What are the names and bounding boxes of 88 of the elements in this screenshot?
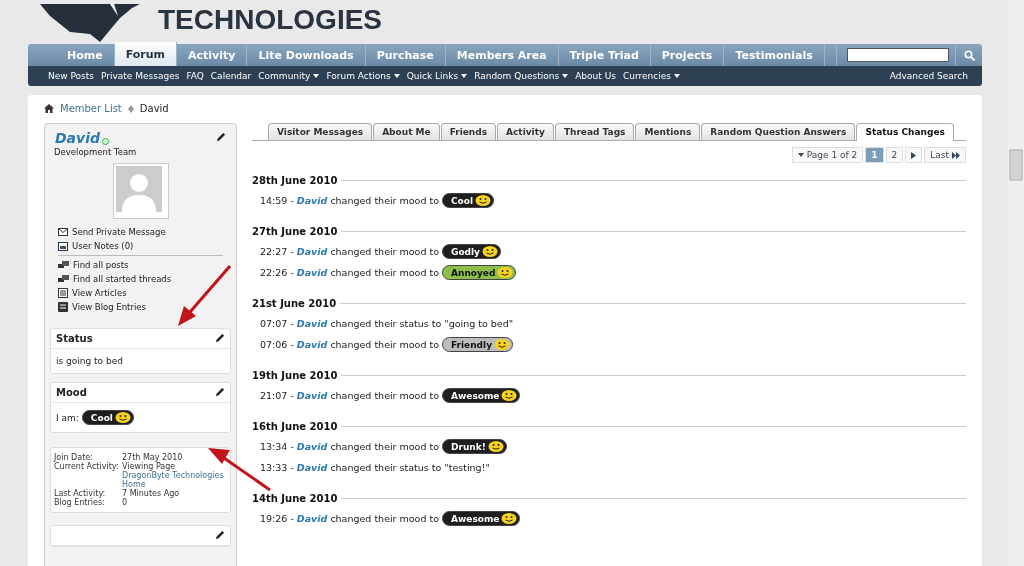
profile-tab[interactable]: Thread Tags — [554, 123, 635, 140]
entry-time: 22:27 - — [260, 246, 294, 257]
mood-badge: Awesome — [442, 388, 521, 403]
date-heading: 16th June 2010 — [252, 421, 338, 432]
mood-badge: Cool — [442, 193, 495, 208]
mood-badge: Awesome — [442, 511, 521, 526]
user-link[interactable]: David — [296, 513, 328, 524]
mood-badge: Drunk! — [442, 439, 507, 454]
box-title: Status — [56, 333, 93, 344]
profile-link[interactable]: Find all started threads — [50, 272, 231, 286]
info-label: Join Date: — [54, 453, 93, 462]
page-indicator[interactable]: Page 1 of 2 — [791, 147, 864, 163]
profile-tab[interactable]: Friends — [440, 123, 497, 140]
entry-text: changed their mood to — [330, 246, 439, 257]
profile-tab[interactable]: Visitor Messages — [268, 123, 373, 140]
profile-link[interactable]: User Notes (0) — [50, 239, 231, 253]
info-value: Viewing Page DragonByte Technologies Home — [122, 462, 227, 489]
info-value: 0 — [122, 498, 129, 507]
entry-text: changed their mood to — [330, 390, 439, 401]
breadcrumb-link[interactable]: David — [139, 103, 169, 114]
date-heading: 28th June 2010 — [252, 175, 338, 186]
info-label: Current Activity: — [54, 462, 120, 473]
entry-time: 22:26 - — [260, 267, 294, 278]
logo-text: TECHNOLOGIES — [158, 4, 382, 37]
sub-nav-link[interactable]: FAQ — [186, 71, 204, 81]
entry-text: changed their mood to — [330, 441, 439, 452]
user-link[interactable]: David — [296, 195, 328, 206]
sub-nav-link[interactable]: Quick Links — [406, 71, 468, 81]
user-link[interactable]: David — [296, 390, 328, 401]
user-link[interactable]: David — [296, 441, 328, 452]
date-heading: 21st June 2010 — [252, 298, 337, 309]
user-link[interactable]: David — [296, 339, 328, 350]
profile-link[interactable]: Find all posts — [50, 258, 231, 272]
profile-link[interactable]: View Blog Entries — [50, 300, 231, 314]
sub-nav-link[interactable]: Currencies — [622, 71, 680, 81]
entry-text: changed their mood to — [330, 513, 439, 524]
sub-nav-link[interactable]: New Posts — [48, 71, 94, 81]
user-link[interactable]: David — [296, 318, 328, 329]
date-heading: 19th June 2010 — [252, 370, 338, 381]
mood-badge: Annoyed — [442, 265, 517, 280]
nav-tab[interactable]: Forum — [114, 42, 178, 66]
info-label: Blog Entries: — [54, 498, 106, 507]
box-title: Mood — [56, 387, 87, 398]
activity-link[interactable]: DragonByte Technologies Home — [122, 471, 227, 489]
profile-tab[interactable]: Random Question Answers — [701, 123, 856, 140]
user-title: Development Team — [53, 147, 138, 157]
info-value: 27th May 2010 — [122, 453, 184, 462]
mood-badge: Cool — [81, 410, 134, 425]
mood-badge: Godly — [442, 244, 501, 259]
entry-time: 21:07 - — [260, 390, 294, 401]
breadcrumb-link[interactable]: Member List — [60, 103, 122, 114]
entry-text: changed their mood to — [330, 195, 439, 206]
date-heading: 14th June 2010 — [252, 493, 338, 504]
entry-text: changed their mood to — [330, 339, 439, 350]
entry-time: 07:06 - — [260, 339, 294, 350]
entry-time: 19:26 - — [260, 513, 294, 524]
entry-time: 14:59 - — [260, 195, 294, 206]
profile-tab[interactable]: Mentions — [635, 123, 701, 140]
entry-time: 13:33 - — [260, 462, 294, 473]
profile-tab[interactable]: Activity — [497, 123, 554, 140]
date-heading: 27th June 2010 — [252, 226, 338, 237]
sub-nav-link[interactable]: Community — [258, 71, 320, 81]
info-value: 7 Minutes Ago — [122, 489, 181, 498]
page-link[interactable]: 2 — [885, 147, 904, 163]
profile-link[interactable]: View Articles — [50, 286, 231, 300]
profile-name: David — [55, 129, 100, 146]
user-link[interactable]: David — [296, 462, 328, 473]
profile-link[interactable]: Send Private Message — [50, 225, 231, 239]
profile-tab[interactable]: About Me — [373, 123, 440, 140]
status-text: is going to bed — [55, 355, 124, 368]
entry-time: 07:07 - — [260, 318, 294, 329]
sub-nav-link[interactable]: Random Questions — [474, 71, 569, 81]
entry-text: changed their mood to — [330, 267, 439, 278]
sub-nav-link[interactable]: Private Messages — [101, 71, 180, 81]
user-link[interactable]: David — [296, 246, 328, 257]
entry-time: 13:34 - — [260, 441, 294, 452]
mood-label: I am: — [56, 412, 79, 423]
last-page-link[interactable]: Last — [924, 147, 966, 163]
sub-nav-link[interactable]: Forum Actions — [326, 71, 400, 81]
info-label: Last Activity: — [54, 489, 107, 498]
mood-badge: Friendly — [442, 337, 514, 352]
advanced-search-link[interactable]: Advanced Search — [889, 71, 968, 81]
sub-nav-link[interactable]: Calendar — [210, 71, 252, 81]
entry-text: changed their status to "going to bed" — [330, 318, 514, 329]
entry-text: changed their status to "testing!" — [330, 462, 490, 473]
profile-tab[interactable]: Status Changes — [856, 123, 954, 141]
sub-nav-link[interactable]: About Us — [575, 71, 616, 81]
user-link[interactable]: David — [296, 267, 328, 278]
